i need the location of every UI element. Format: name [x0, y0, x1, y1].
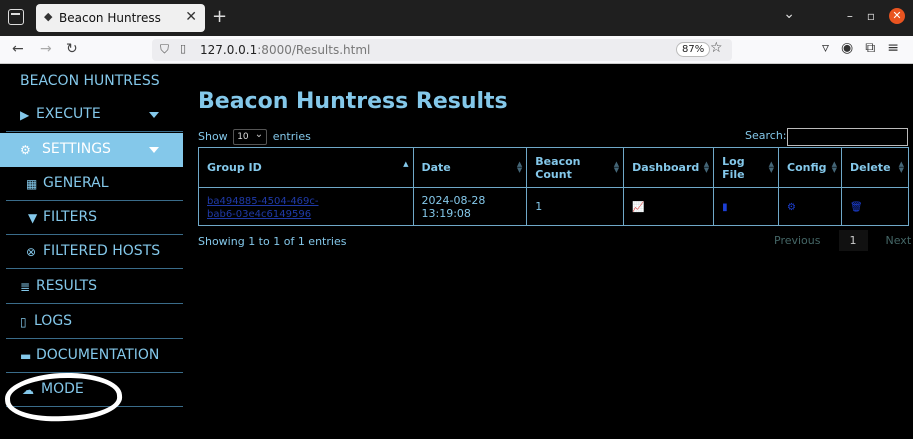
- sort-icon: ▲ ▼: [831, 160, 837, 174]
- column-header-dashboard[interactable]: Dashboard ▲ ▼: [623, 147, 715, 188]
- sort-icon: ▲ ▼: [703, 160, 710, 174]
- column-header-log-file[interactable]: Log File ▲ ▼: [713, 147, 780, 188]
- pocket-icon[interactable]: ▿: [822, 40, 829, 56]
- play-icon: ▶: [20, 108, 30, 122]
- show-label: Show: [198, 130, 228, 143]
- sidebar-item-label: EXECUTE: [36, 106, 101, 122]
- search-input[interactable]: [787, 128, 908, 146]
- caret-down-icon: [149, 112, 159, 118]
- menu-icon[interactable]: ≡: [887, 40, 899, 56]
- database-icon: ≣: [20, 280, 31, 294]
- times-circle-icon: ⊗: [26, 245, 37, 259]
- browser-tab-bar: ◆ Beacon Huntress ✕ + ⌄ – ▫ ✕: [0, 0, 913, 36]
- trash-icon[interactable]: 🗑: [850, 202, 863, 213]
- forward-icon[interactable]: →: [40, 41, 52, 57]
- extensions-icon[interactable]: ⧉: [865, 40, 875, 56]
- sidebar-item-execute[interactable]: ▶ EXECUTE: [6, 98, 183, 132]
- gears-icon[interactable]: ⚙: [787, 202, 796, 213]
- tab-title: Beacon Huntress: [59, 11, 161, 25]
- sidebar-item-settings[interactable]: ⚙ SETTINGS: [0, 133, 183, 167]
- cell-group-id: ba494885-4504-469c-bab6-03e4c6149596: [198, 187, 414, 226]
- window-close-icon[interactable]: ✕: [889, 8, 905, 24]
- table-header-row: Group ID ▲ Date ▲ ▼ Beacon Count ▲ ▼ Dashboar…: [198, 147, 910, 188]
- sidebar-item-logs[interactable]: ▯ LOGS: [6, 305, 183, 339]
- sidebar-item-results[interactable]: ≣ RESULTS: [6, 270, 183, 304]
- sidebar-item-filtered-hosts[interactable]: ⊗ FILTERED HOSTS: [6, 235, 183, 269]
- account-icon[interactable]: ◉: [841, 40, 853, 56]
- browser-tab[interactable]: ◆ Beacon Huntress ✕: [36, 4, 205, 32]
- column-header-beacon-count[interactable]: Beacon Count ▲ ▼: [526, 147, 625, 188]
- table-row: ba494885-4504-469c-bab6-03e4c6149596 202…: [198, 187, 910, 226]
- results-table: Group ID ▲ Date ▲ ▼ Beacon Count ▲ ▼ Dashboar…: [198, 147, 910, 226]
- sidebar-item-label: DOCUMENTATION: [36, 347, 160, 363]
- column-header-group-id[interactable]: Group ID ▲: [198, 147, 414, 188]
- sort-icon: ▲ ▼: [516, 160, 523, 174]
- sort-icon: ▲ ▼: [768, 160, 775, 174]
- window-controls: ⌄ – ▫ ✕: [783, 6, 905, 24]
- page: BEACON HUNTRESS ▶ EXECUTE ⚙ SETTINGS ▦ G…: [0, 65, 913, 439]
- restore-icon[interactable]: ▫: [867, 9, 875, 23]
- sidebar-item-label: FILTERS: [43, 209, 98, 225]
- cell-beacon-count: 1: [526, 187, 625, 226]
- table-info: Showing 1 to 1 of 1 entries: [198, 235, 347, 248]
- brand-title[interactable]: BEACON HUNTRESS: [20, 73, 160, 89]
- new-tab-icon[interactable]: +: [212, 6, 227, 27]
- sidebar-item-label: RESULTS: [36, 278, 98, 294]
- cell-delete: 🗑: [840, 187, 910, 226]
- gears-icon: ⚙: [20, 143, 31, 157]
- cell-dashboard: 📈: [623, 187, 715, 226]
- group-id-link[interactable]: ba494885-4504-469c-bab6-03e4c6149596: [207, 196, 319, 220]
- close-tab-icon[interactable]: ✕: [185, 9, 197, 25]
- tab-overflow-chevron-icon[interactable]: ⌄: [783, 6, 795, 22]
- sidebar-item-label: LOGS: [34, 313, 73, 329]
- page-size-control: Show 10 entries: [198, 128, 311, 145]
- previous-button[interactable]: Previous: [768, 230, 827, 251]
- sidebar-item-general[interactable]: ▦ GENERAL: [6, 167, 183, 201]
- column-header-delete[interactable]: Delete ▲ ▼: [840, 147, 910, 188]
- sidebar-item-label: GENERAL: [43, 175, 109, 191]
- sidebar-item-filters[interactable]: ▼ FILTERS: [6, 201, 183, 235]
- url-text[interactable]: 127.0.0.1:8000/Results.html: [200, 43, 370, 57]
- sidebar-item-label: SETTINGS: [42, 141, 111, 157]
- caret-down-icon: [149, 147, 159, 153]
- toolbar-right: ▿ ◉ ⧉ ≡: [822, 40, 899, 56]
- sidebar-item-documentation[interactable]: ▬ DOCUMENTATION: [6, 339, 183, 373]
- sort-asc-icon: ▲: [403, 160, 409, 168]
- entries-label: entries: [272, 130, 311, 143]
- page-1-button[interactable]: 1: [838, 230, 868, 251]
- favicon-icon: ◆: [44, 10, 53, 23]
- sidebar-item-label: FILTERED HOSTS: [43, 243, 161, 259]
- page-icon[interactable]: ▯: [180, 42, 186, 55]
- shield-icon[interactable]: ⛉: [160, 42, 169, 57]
- column-header-config[interactable]: Config ▲ ▼: [778, 147, 842, 188]
- sort-icon: ▲ ▼: [613, 160, 620, 174]
- minimize-icon[interactable]: –: [847, 9, 853, 23]
- chart-line-icon[interactable]: 📈: [632, 202, 644, 213]
- toolbox-icon: ▦: [26, 177, 38, 191]
- column-header-date[interactable]: Date ▲ ▼: [412, 147, 528, 188]
- filter-icon: ▼: [28, 211, 38, 225]
- bookmark-star-icon[interactable]: ☆: [710, 40, 723, 56]
- reload-icon[interactable]: ↻: [66, 41, 78, 57]
- search-label: Search:: [745, 129, 787, 142]
- browser-nav-bar: ← → ↻ ⛉ ▯ 127.0.0.1:8000/Results.html 87…: [0, 36, 913, 64]
- book-icon: ▬: [20, 349, 32, 363]
- cell-date: 2024-08-28 13:19:08: [412, 187, 528, 226]
- url-bar[interactable]: ⛉ ▯ 127.0.0.1:8000/Results.html 87% ☆: [152, 39, 732, 61]
- cell-config: ⚙: [778, 187, 842, 226]
- sidebar: BEACON HUNTRESS ▶ EXECUTE ⚙ SETTINGS ▦ G…: [0, 65, 184, 439]
- sort-icon: ▲ ▼: [898, 160, 904, 174]
- page-size-select[interactable]: 10: [233, 128, 268, 145]
- tab-list-icon[interactable]: [8, 9, 24, 25]
- next-button[interactable]: Next: [880, 230, 913, 251]
- page-title: Beacon Huntress Results: [198, 89, 508, 114]
- back-icon[interactable]: ←: [12, 41, 24, 57]
- file-icon: ▯: [20, 315, 27, 329]
- cell-log-file: ▮: [713, 187, 780, 226]
- zoom-badge[interactable]: 87%: [676, 42, 711, 57]
- file-icon[interactable]: ▮: [722, 202, 728, 213]
- pagination: Previous 1 Next: [768, 230, 913, 251]
